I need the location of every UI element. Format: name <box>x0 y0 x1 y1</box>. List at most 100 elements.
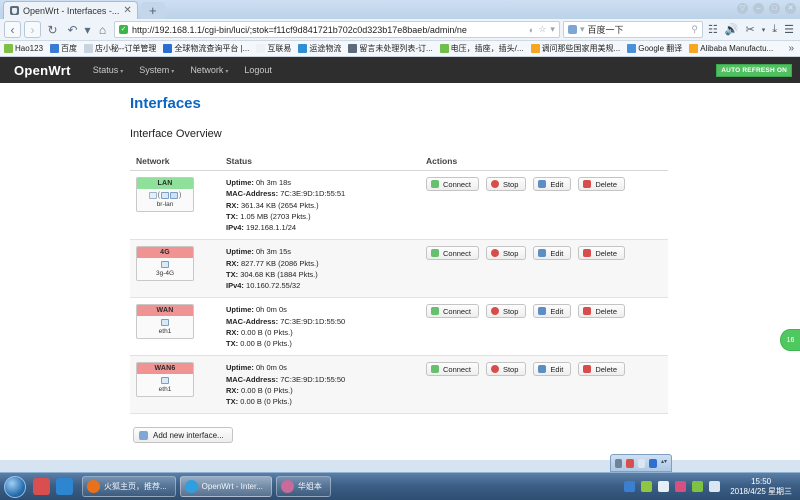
taskbar-task[interactable]: 华姐本 <box>275 476 331 497</box>
status-line: RX: 827.77 KB (2086 Pkts.) <box>226 258 414 269</box>
network-icon[interactable] <box>692 481 704 492</box>
bookmark-item[interactable]: 互联易 <box>256 43 291 54</box>
maximize-button[interactable]: □ <box>769 3 780 14</box>
stop-button[interactable]: Stop <box>485 304 527 319</box>
apps-grid-icon[interactable]: ☷ <box>706 23 720 36</box>
bookmarks-overflow-button[interactable]: » <box>788 43 796 54</box>
bookmark-item[interactable]: Hao123 <box>4 44 43 53</box>
browser-tab[interactable]: OpenWrt - Interfaces -... ✕ <box>3 1 138 19</box>
connect-button[interactable]: Connect <box>426 177 479 191</box>
forward-button[interactable]: › <box>24 21 41 38</box>
edit-button[interactable]: Edit <box>533 246 572 261</box>
search-icon[interactable]: ⚲ <box>691 24 698 35</box>
connect-icon <box>431 249 439 258</box>
chevron-down-icon[interactable]: ▾ <box>760 26 768 34</box>
taskbar-clock[interactable]: 15:50 2018/4/25 星期三 <box>726 477 792 497</box>
close-icon[interactable]: ✕ <box>123 5 131 16</box>
stop-button[interactable]: Stop <box>485 177 527 191</box>
minimize-button[interactable]: – <box>753 3 764 14</box>
taskbar-task[interactable]: OpenWrt - Inter... <box>179 476 272 497</box>
task-label: OpenWrt - Inter... <box>201 482 263 491</box>
back-button[interactable]: ‹ <box>4 21 21 38</box>
pdf-icon[interactable] <box>626 458 634 468</box>
search-input[interactable]: ▾ 百度一下 ⚲ <box>562 21 703 38</box>
status-value-text: 0.00 B (0 Pkts.) <box>241 385 293 395</box>
address-bar[interactable]: ✓ http://192.168.1.1/cgi-bin/luci/;stok=… <box>114 21 560 38</box>
menu-item-system[interactable]: System ▾ <box>139 65 174 75</box>
delete-button[interactable]: Delete <box>578 246 625 261</box>
interface-badge[interactable]: LAN() br-lan <box>136 177 194 212</box>
reader-mode-icon[interactable]: ◐ <box>529 25 534 35</box>
connect-button[interactable]: Connect <box>426 362 479 377</box>
menu-icon[interactable]: ☰ <box>782 23 796 36</box>
menu-item-status[interactable]: Status ▾ <box>93 65 124 75</box>
stop-button[interactable]: Stop <box>485 246 527 261</box>
side-floating-badge[interactable]: 16 <box>780 329 800 351</box>
new-tab-button[interactable]: + <box>140 2 165 19</box>
close-button[interactable]: ✕ <box>785 3 796 14</box>
add-new-interface-button[interactable]: Add new interface... <box>133 427 233 444</box>
tray-popup-scroll[interactable]: ▴▾ <box>661 459 667 465</box>
media-player-icon[interactable] <box>33 478 50 495</box>
menu-item-logout[interactable]: Logout <box>244 65 272 75</box>
edit-button[interactable]: Edit <box>533 362 572 377</box>
status-label: Uptime: <box>226 247 254 257</box>
list-icon[interactable] <box>615 458 623 468</box>
chevron-down-icon[interactable]: ▾ <box>84 21 91 38</box>
stop-button[interactable]: Stop <box>485 362 527 377</box>
bookmark-item[interactable]: 运途物流 <box>298 43 341 54</box>
auto-refresh-badge[interactable]: AUTO REFRESH ON <box>716 64 792 77</box>
taskbar-task[interactable]: 火狐主页，推荐... <box>82 476 176 497</box>
interface-badge[interactable]: 4G 3g-4G <box>136 246 194 282</box>
antivirus-icon[interactable] <box>675 481 687 492</box>
delete-button[interactable]: Delete <box>578 362 625 377</box>
bookmark-star-icon[interactable]: ☆ <box>538 24 546 35</box>
bookmark-item[interactable]: Alibaba Manufactu... <box>689 44 773 53</box>
bookmark-item[interactable]: 全球物流查询平台 |... <box>163 43 249 54</box>
bookmark-item[interactable]: Google 翻译 <box>627 43 682 54</box>
history-icon[interactable]: ↶ <box>64 21 81 38</box>
volume-icon[interactable] <box>658 481 670 492</box>
connect-button-label: Connect <box>443 306 471 316</box>
menu-item-network[interactable]: Network ▾ <box>190 65 228 75</box>
status-lines: Uptime: 0h 0m 0s MAC-Address: 7C:3E:9D:1D… <box>226 362 414 407</box>
bookmark-item[interactable]: 电压，插座，插头/... <box>439 43 524 54</box>
bookmark-item[interactable]: 调问那些国家用美规... <box>530 43 620 54</box>
connect-button[interactable]: Connect <box>426 304 479 319</box>
chevron-down-icon[interactable]: ▾ <box>580 24 585 35</box>
edit-button[interactable]: Edit <box>533 177 572 191</box>
bookmark-item[interactable]: 留言未处理列表-订... <box>348 43 433 54</box>
taskbar-tasks: 火狐主页，推荐... OpenWrt - Inter... 华姐本 <box>82 476 331 497</box>
edit-button[interactable]: Edit <box>533 304 572 319</box>
reload-icon[interactable]: ↻ <box>44 21 61 38</box>
bookmark-item[interactable]: 店小秘--订单管理 <box>84 43 156 54</box>
edge-browser-icon[interactable] <box>56 478 73 495</box>
signal-icon[interactable] <box>709 481 721 492</box>
help-icon[interactable] <box>649 458 657 468</box>
interface-cell: 4G 3g-4G <box>130 240 220 298</box>
input-method-icon[interactable] <box>624 481 636 492</box>
navigation-bar: ‹ › ↻ ↶ ▾ ⌂ ✓ http://192.168.1.1/cgi-bin… <box>0 19 800 41</box>
interface-badge[interactable]: WAN eth1 <box>136 304 194 340</box>
delete-button[interactable]: Delete <box>578 177 625 191</box>
bookmark-favicon-icon <box>298 44 308 53</box>
start-button[interactable] <box>4 475 26 498</box>
screenshot-scissors-icon[interactable]: ✂ <box>744 23 757 36</box>
keyboard-icon[interactable] <box>637 458 646 468</box>
bookmark-item[interactable]: 百度 <box>50 43 77 54</box>
shield-icon[interactable] <box>641 481 653 492</box>
chevron-down-icon[interactable]: ▾ <box>550 24 555 35</box>
delete-button[interactable]: Delete <box>578 304 625 319</box>
status-value-text: 361.34 KB (2654 Pkts.) <box>241 200 319 210</box>
sound-icon[interactable]: 🔊 <box>723 23 741 36</box>
stop-button-label: Stop <box>502 248 519 258</box>
interface-badge[interactable]: WAN6 eth1 <box>136 362 194 398</box>
bookmark-label: Hao123 <box>15 44 44 53</box>
home-icon[interactable]: ⌂ <box>94 21 111 38</box>
downloads-icon[interactable]: ⤓ <box>770 23 779 36</box>
restore-down-button[interactable]: ▽ <box>737 3 748 14</box>
connect-button[interactable]: Connect <box>426 246 479 261</box>
edit-button-label: Edit <box>550 364 564 374</box>
status-label: TX: <box>226 269 239 279</box>
status-line: MAC-Address: 7C:3E:9D:1D:55:51 <box>226 188 414 199</box>
